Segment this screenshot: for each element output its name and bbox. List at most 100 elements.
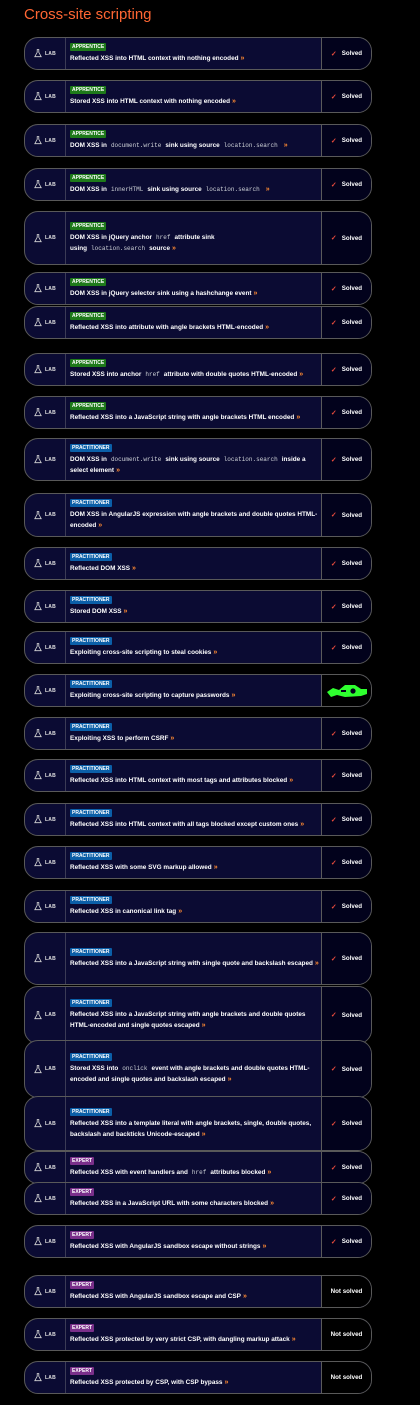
lab-title-link[interactable]: DOM XSS in innerHTML sink using source loca… [70, 184, 319, 195]
status-label: Solved [341, 560, 363, 567]
check-icon: ✓ [330, 235, 337, 242]
lab-title-link[interactable]: DOM XSS in jQuery anchor href attribute si… [70, 232, 319, 254]
double-chevron-right-icon: » [170, 735, 175, 742]
lab-card[interactable]: LAB EXPERT Reflected XSS with AngularJS sa… [24, 1275, 372, 1308]
lab-body: EXPERT Reflected XSS with AngularJS sandb… [70, 1226, 319, 1257]
lab-title-link[interactable]: Reflected XSS into HTML context with mos… [70, 775, 319, 786]
lab-card[interactable]: LAB PRACTITIONER Exploiting XSS to perform… [24, 717, 372, 750]
lab-title-link[interactable]: Stored XSS into anchor href attribute with… [70, 369, 319, 380]
lab-body: APPRENTICE DOM XSS in innerHTML sink using … [70, 169, 319, 200]
lab-badge-label: LAB [45, 1012, 56, 1018]
lab-title-link[interactable]: Reflected XSS in a JavaScript URL with s… [70, 1198, 319, 1209]
lab-card[interactable]: LAB EXPERT Reflected XSS protected by CSP,… [24, 1361, 372, 1394]
lab-card[interactable]: LAB PRACTITIONER Reflected DOM XSS» ✓ Solved [24, 547, 372, 580]
lab-card[interactable]: LAB EXPERT Reflected XSS in a JavaScript U… [24, 1182, 372, 1215]
lab-title-link[interactable]: Reflected DOM XSS» [70, 563, 319, 574]
lab-body: PRACTITIONER Reflected XSS into a templat… [70, 1097, 319, 1150]
lab-card[interactable]: LAB PRACTITIONER Stored DOM XSS» ✓ Solved [24, 590, 372, 623]
lab-title-link[interactable]: Exploiting cross-site scripting to steal… [70, 647, 319, 658]
lab-card[interactable]: LAB PRACTITIONER DOM XSS in AngularJS expr… [24, 493, 372, 537]
lab-title-link[interactable]: Reflected XSS into HTML context with all… [70, 819, 319, 830]
lab-card[interactable]: LAB APPRENTICE DOM XSS in innerHTML sink usi… [24, 168, 372, 201]
lab-card[interactable]: LAB APPRENTICE Reflected XSS into a JavaSc… [24, 396, 372, 429]
lab-title-link[interactable]: Reflected XSS with AngularJS sandbox esc… [70, 1291, 319, 1302]
lab-title-link[interactable]: DOM XSS in document.write sink using sourc… [70, 140, 319, 151]
status-solved: ✓ Solved [321, 38, 371, 69]
lab-card[interactable]: LAB APPRENTICE Reflected XSS into HTML con… [24, 37, 372, 70]
lab-card[interactable]: LAB EXPERT Reflected XSS protected by very… [24, 1318, 372, 1351]
lab-title-link[interactable]: Stored XSS into HTML context with nothin… [70, 96, 319, 107]
lab-title-link[interactable]: Reflected XSS into a template literal wi… [70, 1118, 319, 1140]
lab-title-link[interactable]: Reflected XSS into a JavaScript string w… [70, 958, 319, 969]
code-snippet: location.search [91, 245, 146, 252]
check-icon: ✓ [330, 1120, 337, 1128]
flask-icon [34, 858, 42, 867]
check-icon: ✓ [330, 603, 337, 611]
lab-card[interactable]: LAB PRACTITIONER Reflected XSS in canonica… [24, 890, 372, 923]
lab-title-link[interactable]: DOM XSS in AngularJS expression with ang… [70, 509, 319, 531]
lab-card[interactable]: LAB PRACTITIONER Exploiting cross-site scr… [24, 631, 372, 664]
lab-title-link[interactable]: Reflected XSS with some SVG markup allow… [70, 862, 319, 873]
lab-card[interactable]: LAB PRACTITIONER Reflected XSS into HTML c… [24, 759, 372, 792]
lab-badge: LAB [25, 548, 66, 579]
lab-title-link[interactable]: Reflected XSS into HTML context with not… [70, 53, 319, 64]
lab-title-link[interactable]: Reflected XSS in canonical link tag» [70, 906, 319, 917]
double-chevron-right-icon: » [267, 1169, 272, 1176]
lab-card[interactable]: LAB PRACTITIONER Reflected XSS into a Java… [24, 932, 372, 985]
lab-title-link[interactable]: Reflected XSS protected by CSP, with CSP… [70, 1377, 319, 1388]
lab-title-link[interactable]: Exploiting cross-site scripting to captu… [70, 690, 319, 701]
double-chevron-right-icon: » [289, 777, 294, 784]
status-label: Solved [341, 1011, 363, 1019]
level-tag: PRACTITIONER [70, 499, 112, 507]
double-chevron-right-icon: » [231, 692, 236, 699]
flask-icon [34, 365, 42, 374]
code-snippet: href [191, 1169, 207, 1176]
lab-card[interactable]: LAB PRACTITIONER Reflected XSS with some S… [24, 846, 372, 879]
lab-card[interactable]: LAB APPRENTICE Reflected XSS into attribut… [24, 306, 372, 339]
lab-card[interactable]: LAB PRACTITIONER DOM XSS in document.write s… [24, 438, 372, 481]
lab-title-link[interactable]: Stored XSS into onclick event with angle b… [70, 1063, 319, 1085]
lab-title-link[interactable]: Reflected XSS with event handlers and hre… [70, 1167, 319, 1178]
lab-badge: LAB [25, 354, 66, 385]
lab-badge: LAB [25, 1319, 66, 1350]
double-chevron-right-icon: » [132, 565, 136, 572]
status-solved: ✓ Solved [321, 1097, 371, 1150]
check-icon: ✓ [330, 1195, 337, 1203]
lab-badge: LAB [25, 81, 66, 112]
lab-title-link[interactable]: Reflected XSS protected by very strict C… [70, 1334, 319, 1345]
check-icon: ✓ [330, 560, 337, 568]
status-not-solved: Not solved [321, 1362, 371, 1393]
lab-badge-label: LAB [45, 1238, 56, 1245]
title-text: attribute with double quotes HTML-encode… [163, 371, 298, 378]
flask-icon [34, 284, 42, 293]
lab-card[interactable]: LAB PRACTITIONER Reflected XSS into a Java… [24, 986, 372, 1044]
lab-card[interactable]: LAB PRACTITIONER Reflected XSS into HTML c… [24, 803, 372, 836]
lab-title-link[interactable]: Reflected XSS into attribute with angle … [70, 322, 319, 333]
lab-card[interactable]: LAB PRACTITIONER Stored XSS into onclick eve… [24, 1040, 372, 1098]
lab-card[interactable]: LAB PRACTITIONER Reflected XSS into a temp… [24, 1096, 372, 1151]
lab-card[interactable]: LAB APPRENTICE Stored XSS into HTML contex… [24, 80, 372, 113]
lab-title-link[interactable]: Reflected XSS with AngularJS sandbox esc… [70, 1241, 319, 1252]
flask-icon [34, 1237, 42, 1246]
lab-title-link[interactable]: DOM XSS in document.write sink using sourc… [70, 454, 319, 476]
check-icon: ✓ [330, 955, 337, 963]
lab-card[interactable]: LAB PRACTITIONER Exploiting cross-site scr… [24, 674, 372, 707]
lab-title-link[interactable]: Reflected XSS into a JavaScript string w… [70, 1009, 319, 1031]
lab-badge-label: LAB [45, 859, 56, 866]
title-text: attributes blocked [210, 1169, 266, 1176]
lab-card[interactable]: LAB EXPERT Reflected XSS with AngularJS sa… [24, 1225, 372, 1258]
flask-icon [34, 49, 42, 58]
lab-card[interactable]: LAB EXPERT Reflected XSS with event handle… [24, 1151, 372, 1184]
lab-card[interactable]: LAB APPRENTICE DOM XSS in jQuery anchor hre… [24, 211, 372, 265]
lab-card[interactable]: LAB APPRENTICE Stored XSS into anchor href a… [24, 353, 372, 386]
lab-card[interactable]: LAB APPRENTICE DOM XSS in jQuery selector … [24, 272, 372, 305]
lab-badge-label: LAB [45, 644, 56, 651]
lab-title-link[interactable]: Stored DOM XSS» [70, 606, 319, 617]
lab-title-link[interactable]: Exploiting XSS to perform CSRF» [70, 733, 319, 744]
lab-card[interactable]: LAB APPRENTICE DOM XSS in document.write sin… [24, 124, 372, 157]
level-tag: EXPERT [70, 1157, 95, 1165]
lab-title-link[interactable]: Reflected XSS into a JavaScript string w… [70, 412, 319, 423]
code-snippet: document.write [110, 142, 162, 149]
lab-title-link[interactable]: DOM XSS in jQuery selector sink using a … [70, 288, 319, 299]
title-text: sink using source [147, 186, 202, 193]
